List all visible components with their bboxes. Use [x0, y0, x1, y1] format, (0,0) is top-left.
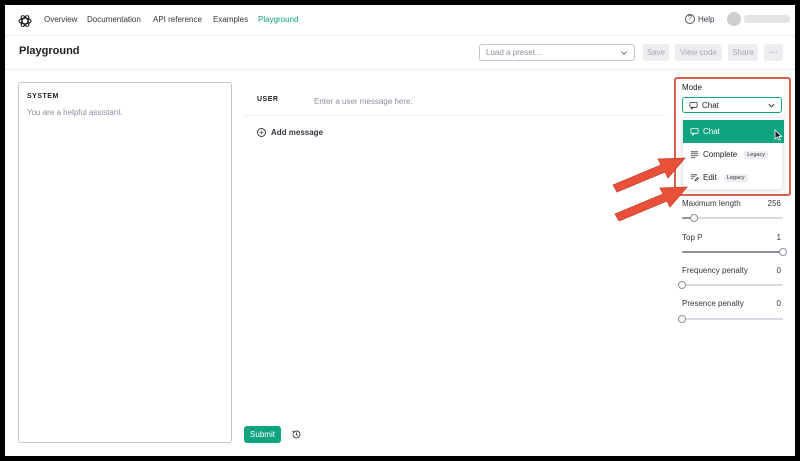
chevron-down-icon [621, 51, 627, 55]
chat-bubble-icon [690, 127, 699, 136]
legacy-badge: Legacy [744, 150, 768, 159]
mouse-cursor-icon [774, 129, 783, 141]
slider-thumb[interactable] [779, 248, 787, 256]
preset-select[interactable]: Load a preset... [479, 44, 635, 61]
account-name-redacted[interactable] [744, 15, 790, 23]
setting-value-frequency-penalty[interactable]: 0 [777, 266, 781, 275]
slider-frequency-penalty[interactable] [678, 281, 783, 289]
top-nav: Overview Documentation API reference Exa… [5, 5, 795, 36]
add-message-button[interactable]: + Add message [257, 128, 323, 137]
nav-overview[interactable]: Overview [44, 15, 77, 24]
mode-selected-value: Chat [702, 100, 719, 110]
system-panel[interactable]: SYSTEM You are a helpful assistant. [18, 82, 232, 443]
setting-value-maximum-length[interactable]: 256 [768, 199, 781, 208]
mode-option-chat[interactable]: Chat [683, 120, 784, 143]
slider-maximum-length[interactable] [682, 214, 783, 222]
more-options-button[interactable]: ··· [764, 44, 783, 61]
slider-thumb[interactable] [678, 281, 686, 289]
app-window: Overview Documentation API reference Exa… [5, 5, 795, 456]
setting-value-presence-penalty[interactable]: 0 [777, 299, 781, 308]
slider-top-p[interactable] [682, 248, 787, 256]
mode-menu: Chat Complete Legacy Edit Legacy [682, 117, 784, 190]
user-message-row: USER [245, 88, 665, 116]
add-message-label: Add message [271, 128, 324, 137]
setting-label-frequency-penalty: Frequency penalty [682, 266, 748, 275]
chat-bubble-icon [689, 101, 698, 110]
annotation-arrows [612, 157, 688, 221]
save-button[interactable]: Save [643, 44, 669, 61]
view-code-button[interactable]: View code [675, 44, 722, 61]
header-divider [5, 69, 795, 70]
setting-label-top-p: Top P [682, 233, 703, 242]
mode-select[interactable]: Chat [682, 97, 782, 113]
mode-option-complete[interactable]: Complete Legacy [683, 143, 784, 166]
slider-fill [682, 251, 783, 253]
setting-label-presence-penalty: Presence penalty [682, 299, 744, 308]
openai-logo-icon[interactable] [17, 13, 33, 29]
nav-examples[interactable]: Examples [213, 15, 248, 24]
help-link[interactable]: ? Help [685, 14, 714, 24]
avatar[interactable] [727, 12, 741, 26]
mode-option-label: Complete [703, 150, 738, 159]
slider-presence-penalty[interactable] [678, 315, 783, 323]
share-button[interactable]: Share [728, 44, 758, 61]
user-role-label[interactable]: USER [257, 96, 278, 103]
mode-option-label: Edit [703, 173, 717, 182]
submit-button[interactable]: Submit [244, 426, 281, 443]
preset-placeholder: Load a preset... [486, 48, 542, 57]
plus-circle-icon: + [257, 128, 266, 137]
mode-option-edit[interactable]: Edit Legacy [683, 166, 784, 189]
mode-option-label: Chat [703, 127, 720, 136]
system-label: SYSTEM [27, 93, 59, 100]
nav-playground[interactable]: Playground [258, 15, 298, 24]
nav-documentation[interactable]: Documentation [87, 15, 141, 24]
legacy-badge: Legacy [723, 173, 748, 182]
system-input[interactable]: You are a helpful assistant. [27, 108, 223, 117]
history-icon[interactable] [291, 429, 302, 440]
help-icon: ? [685, 14, 695, 24]
setting-value-top-p[interactable]: 1 [777, 233, 781, 242]
mode-label: Mode [682, 83, 703, 92]
user-message-input[interactable] [314, 95, 594, 107]
help-label: Help [698, 14, 715, 24]
slider-thumb[interactable] [678, 315, 686, 323]
nav-api-reference[interactable]: API reference [153, 15, 202, 24]
page-title: Playground [19, 45, 80, 57]
chevron-down-icon [768, 103, 775, 108]
